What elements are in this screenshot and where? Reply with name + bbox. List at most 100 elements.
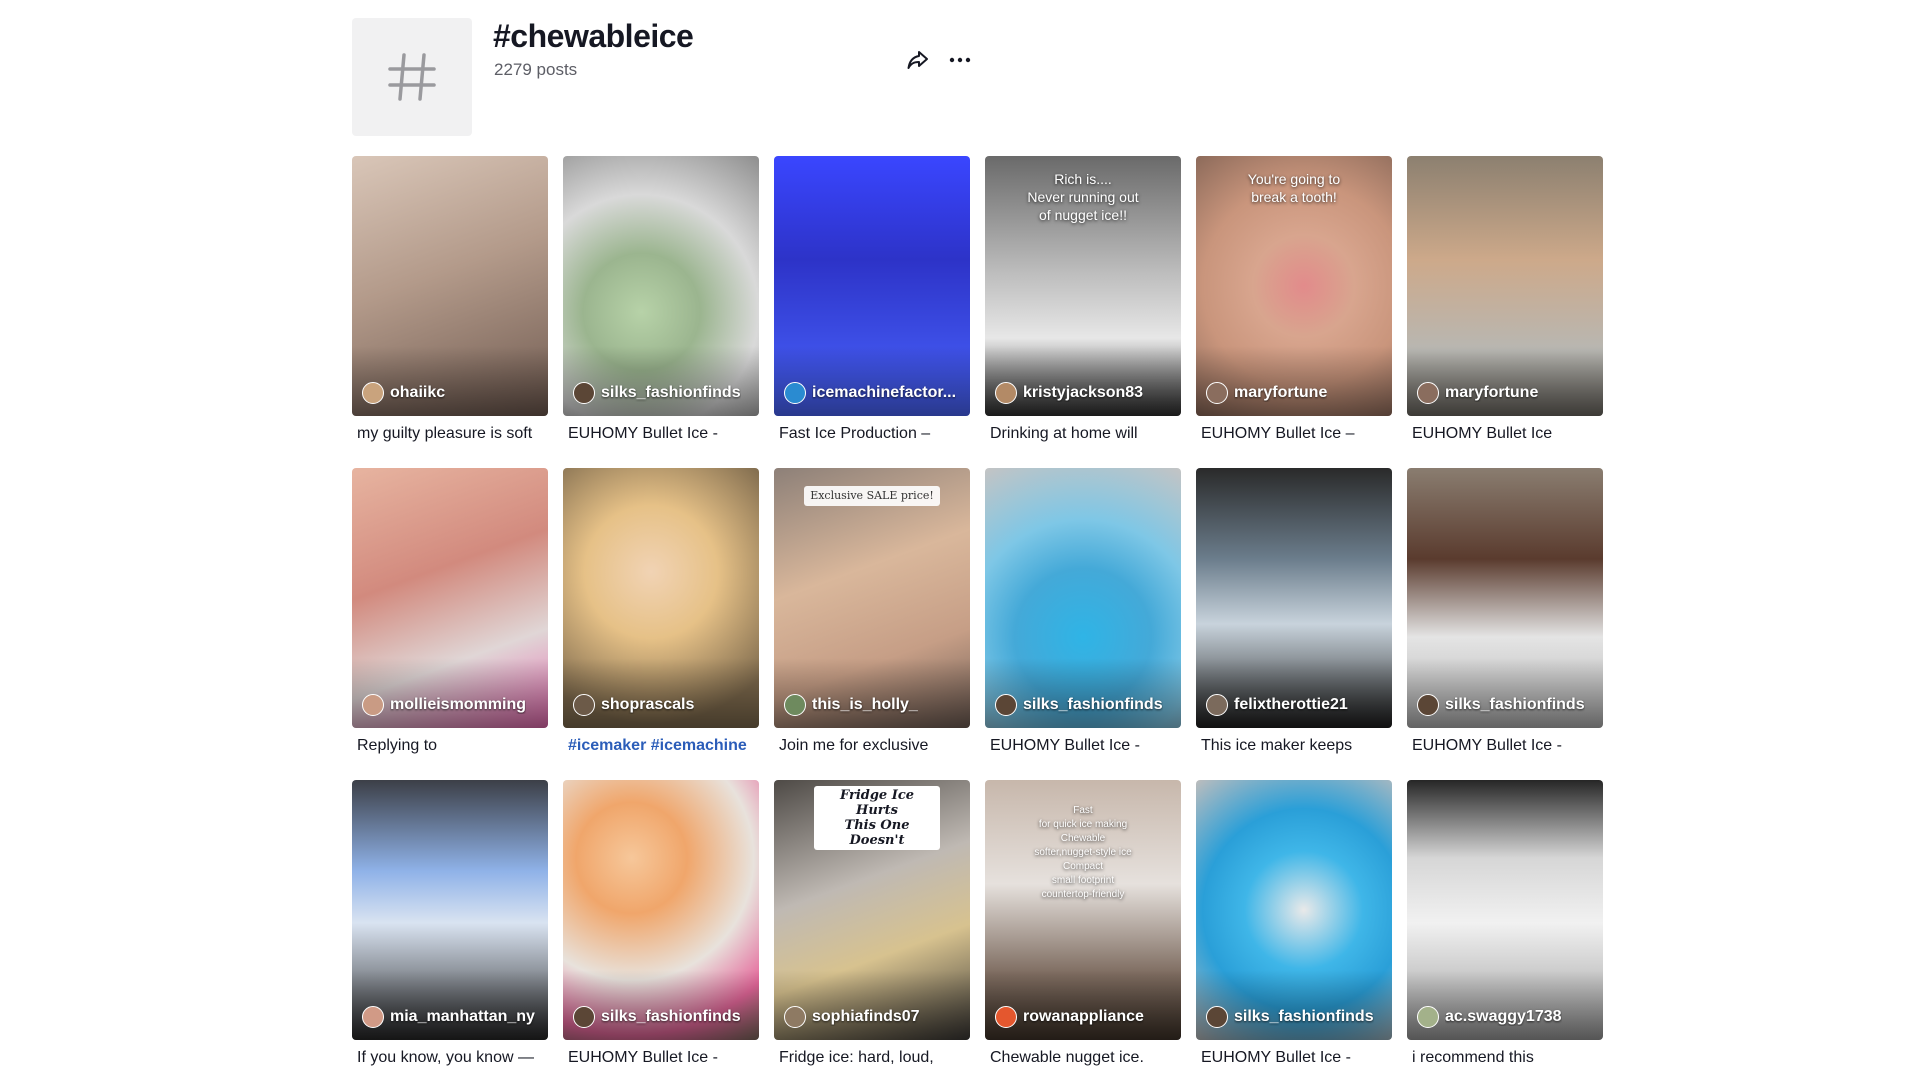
video-thumbnail[interactable]: silks_fashionfinds (1196, 780, 1392, 1040)
video-caption: This ice maker keeps (1201, 737, 1353, 754)
author-username: mia_manhattan_ny (390, 1008, 535, 1025)
video-caption: EUHOMY Bullet Ice - (568, 1049, 718, 1066)
video-caption: my guilty pleasure is soft (357, 425, 533, 442)
avatar (995, 694, 1017, 716)
video-card[interactable]: You're going to break a tooth! maryfortun… (1196, 156, 1392, 444)
avatar (995, 1006, 1017, 1028)
video-thumbnail[interactable]: You're going to break a tooth! maryfortun… (1196, 156, 1392, 416)
hashtag-header: #chewableice 2279 posts (352, 18, 1602, 138)
video-thumbnail[interactable]: ohaiikc (352, 156, 548, 416)
video-caption: Fast Ice Production – (779, 425, 931, 442)
thumbnail-gradient (352, 970, 548, 1040)
video-author[interactable]: shoprascals (573, 694, 753, 716)
author-username: felixtherottie21 (1234, 696, 1348, 713)
video-thumbnail[interactable]: Fast for quick ice making Chewable softe… (985, 780, 1181, 1040)
video-thumbnail[interactable]: maryfortune (1407, 156, 1603, 416)
video-thumbnail[interactable]: Rich is.... Never running out of nugget … (985, 156, 1181, 416)
video-author[interactable]: felixtherottie21 (1206, 694, 1386, 716)
video-author[interactable]: maryfortune (1417, 382, 1597, 404)
video-author[interactable]: ohaiikc (362, 382, 542, 404)
video-card[interactable]: silks_fashionfinds EUHOMY Bullet Ice - (563, 780, 759, 1068)
video-thumbnail[interactable]: silks_fashionfinds (1407, 468, 1603, 728)
video-card[interactable]: Fast for quick ice making Chewable softe… (985, 780, 1181, 1068)
thumbnail-gradient (985, 970, 1181, 1040)
video-author[interactable]: mollieismomming (362, 694, 542, 716)
video-author[interactable]: silks_fashionfinds (1417, 694, 1597, 716)
video-card[interactable]: Exclusive SALE price! this_is_holly_ Join … (774, 468, 970, 756)
thumbnail-gradient (563, 658, 759, 728)
thumbnail-gradient (1407, 346, 1603, 416)
thumbnail-gradient (774, 346, 970, 416)
avatar (573, 694, 595, 716)
video-thumbnail[interactable]: Exclusive SALE price! this_is_holly_ (774, 468, 970, 728)
video-caption[interactable]: #icemaker #icemachine (563, 736, 759, 756)
video-card[interactable]: maryfortune EUHOMY Bullet Ice (1407, 156, 1603, 444)
video-caption: EUHOMY Bullet Ice - (1201, 1049, 1351, 1066)
video-thumbnail[interactable]: icemachinefactor... (774, 156, 970, 416)
video-author[interactable]: silks_fashionfinds (573, 1006, 753, 1028)
video-author[interactable]: rowanappliance (995, 1006, 1175, 1028)
avatar (1206, 694, 1228, 716)
video-card[interactable]: mollieismomming Replying to (352, 468, 548, 756)
video-caption: EUHOMY Bullet Ice – (1201, 425, 1355, 442)
video-card[interactable]: shoprascals #icemaker #icemachine (563, 468, 759, 756)
video-thumbnail[interactable]: mia_manhattan_ny (352, 780, 548, 1040)
video-thumbnail[interactable]: silks_fashionfinds (563, 780, 759, 1040)
video-thumbnail[interactable]: Fridge Ice Hurts This One Doesn't sophiaf… (774, 780, 970, 1040)
video-card[interactable]: felixtherottie21 This ice maker keeps (1196, 468, 1392, 756)
video-overlay-text: You're going to break a tooth! (1247, 171, 1341, 205)
video-author[interactable]: silks_fashionfinds (573, 382, 753, 404)
video-card[interactable]: Fridge Ice Hurts This One Doesn't sophiaf… (774, 780, 970, 1068)
author-username: kristyjackson83 (1023, 384, 1144, 401)
video-card[interactable]: silks_fashionfinds EUHOMY Bullet Ice - (985, 468, 1181, 756)
avatar (362, 694, 384, 716)
video-overlay-text: Exclusive SALE price! (804, 486, 940, 506)
video-thumbnail[interactable]: silks_fashionfinds (563, 156, 759, 416)
video-author[interactable]: icemachinefactor... (784, 382, 964, 404)
video-card[interactable]: ac.swaggy1738 i recommend this (1407, 780, 1603, 1068)
share-button[interactable] (900, 42, 936, 78)
video-card[interactable]: silks_fashionfinds EUHOMY Bullet Ice - (1407, 468, 1603, 756)
video-card[interactable]: Rich is.... Never running out of nugget … (985, 156, 1181, 444)
video-card[interactable]: silks_fashionfinds EUHOMY Bullet Ice - (1196, 780, 1392, 1068)
thumbnail-gradient (1407, 970, 1603, 1040)
hashtag-page: #chewableice 2279 posts ohaiikc my guilty… (0, 0, 1920, 1080)
video-thumbnail[interactable]: silks_fashionfinds (985, 468, 1181, 728)
author-username: maryfortune (1445, 384, 1539, 401)
video-card[interactable]: icemachinefactor... Fast Ice Production – (774, 156, 970, 444)
hashtag-icon (352, 18, 472, 136)
video-author[interactable]: mia_manhattan_ny (362, 1006, 542, 1028)
author-username: silks_fashionfinds (1234, 1008, 1374, 1025)
video-thumbnail[interactable]: ac.swaggy1738 (1407, 780, 1603, 1040)
author-username: silks_fashionfinds (1023, 696, 1163, 713)
author-username: this_is_holly_ (812, 696, 918, 713)
video-thumbnail[interactable]: shoprascals (563, 468, 759, 728)
video-card[interactable]: silks_fashionfinds EUHOMY Bullet Ice - (563, 156, 759, 444)
video-caption: EUHOMY Bullet Ice - (568, 425, 718, 442)
video-author[interactable]: this_is_holly_ (784, 694, 964, 716)
more-options-button[interactable] (942, 42, 978, 78)
video-card[interactable]: mia_manhattan_ny If you know, you know — (352, 780, 548, 1068)
video-author[interactable]: maryfortune (1206, 382, 1386, 404)
video-author[interactable]: kristyjackson83 (995, 382, 1175, 404)
post-count: 2279 posts (494, 60, 578, 79)
avatar (1206, 1006, 1228, 1028)
video-author[interactable]: sophiafinds07 (784, 1006, 964, 1028)
thumbnail-gradient (774, 658, 970, 728)
video-author[interactable]: ac.swaggy1738 (1417, 1006, 1597, 1028)
video-author[interactable]: silks_fashionfinds (1206, 1006, 1386, 1028)
video-grid: ohaiikc my guilty pleasure is soft silks_f… (352, 156, 1603, 1068)
video-author[interactable]: silks_fashionfinds (995, 694, 1175, 716)
video-caption: EUHOMY Bullet Ice (1412, 425, 1553, 442)
author-username: silks_fashionfinds (1445, 696, 1585, 713)
thumbnail-gradient (563, 970, 759, 1040)
video-caption: Fridge ice: hard, loud, (779, 1049, 934, 1066)
author-username: ac.swaggy1738 (1445, 1008, 1562, 1025)
video-thumbnail[interactable]: mollieismomming (352, 468, 548, 728)
avatar (362, 1006, 384, 1028)
video-caption: Drinking at home will (990, 425, 1138, 442)
video-card[interactable]: ohaiikc my guilty pleasure is soft (352, 156, 548, 444)
avatar (1417, 694, 1439, 716)
video-thumbnail[interactable]: felixtherottie21 (1196, 468, 1392, 728)
thumbnail-gradient (352, 658, 548, 728)
